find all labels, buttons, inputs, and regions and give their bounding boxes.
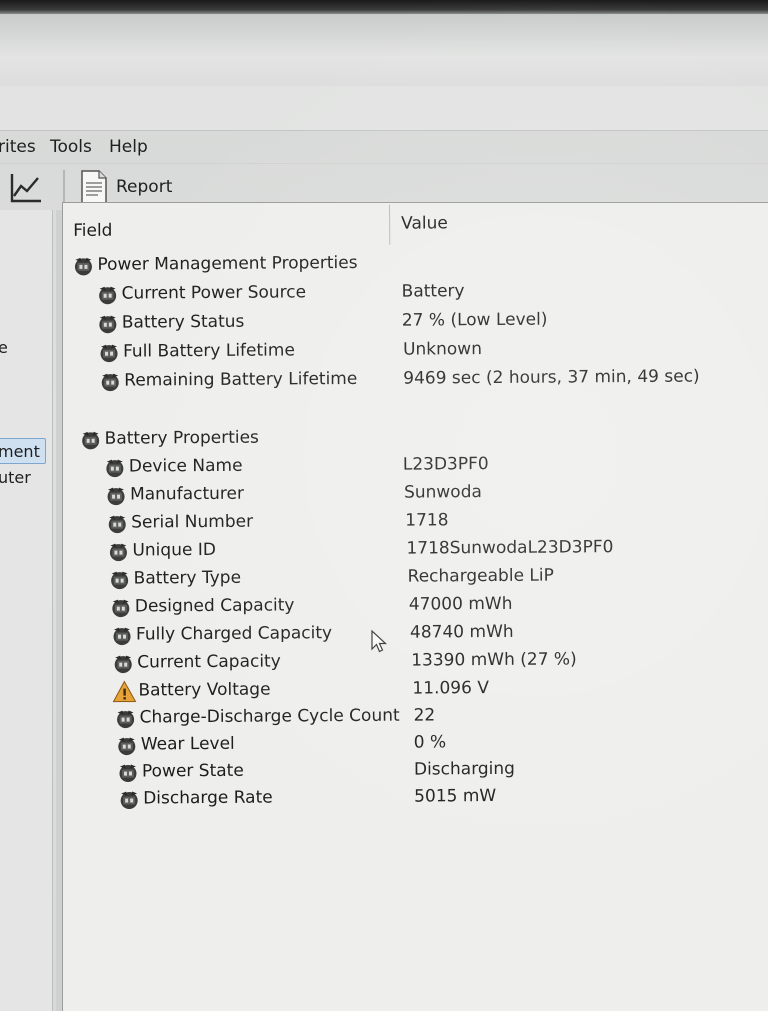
column-divider[interactable] xyxy=(389,204,391,245)
column-header-field[interactable]: Field xyxy=(73,221,112,241)
menu-help[interactable]: Help xyxy=(109,137,148,157)
battery-icon xyxy=(115,733,139,757)
battery-icon xyxy=(108,568,132,592)
battery-icon xyxy=(104,484,128,508)
warning-icon xyxy=(112,679,137,703)
battery-icon xyxy=(98,370,122,394)
battery-icon xyxy=(109,596,133,620)
title-bar xyxy=(0,14,768,87)
details-list-view[interactable]: Field Value Power Management Properties … xyxy=(62,202,768,1011)
battery-icon xyxy=(96,283,120,307)
list-header: Field Value xyxy=(63,203,768,245)
battery-icon xyxy=(110,624,134,648)
screen: rites Tools Help Report e ment uter Fiel… xyxy=(0,0,768,1011)
report-label: Report xyxy=(116,177,173,197)
menu-bar: rites Tools Help xyxy=(0,133,768,163)
battery-icon xyxy=(111,652,135,676)
benchmark-chart-button[interactable] xyxy=(8,172,48,204)
battery-icon xyxy=(105,512,129,536)
menu-tools[interactable]: Tools xyxy=(50,137,92,157)
tree-item-partial-3[interactable]: uter xyxy=(0,468,31,487)
report-button[interactable]: Report xyxy=(78,170,188,204)
address-bar xyxy=(0,86,768,131)
mouse-pointer-icon xyxy=(370,629,388,658)
battery-icon xyxy=(106,540,130,564)
tree-item-partial-1[interactable]: e xyxy=(0,338,8,357)
battery-icon xyxy=(117,787,141,811)
navigation-tree-panel[interactable]: e ment uter xyxy=(0,210,53,1011)
battery-icon xyxy=(103,456,127,480)
line-chart-icon xyxy=(10,174,41,203)
battery-icon xyxy=(114,706,138,730)
toolbar-separator xyxy=(63,170,65,204)
tree-item-power-management[interactable]: ment xyxy=(0,442,40,461)
battery-icon xyxy=(71,254,95,278)
battery-icon xyxy=(96,312,120,336)
monitor-bezel xyxy=(0,0,768,14)
battery-icon xyxy=(79,428,103,452)
battery-icon xyxy=(116,760,140,784)
battery-icon xyxy=(97,341,121,365)
menu-favorites[interactable]: rites xyxy=(0,137,36,157)
column-header-value[interactable]: Value xyxy=(401,213,448,233)
